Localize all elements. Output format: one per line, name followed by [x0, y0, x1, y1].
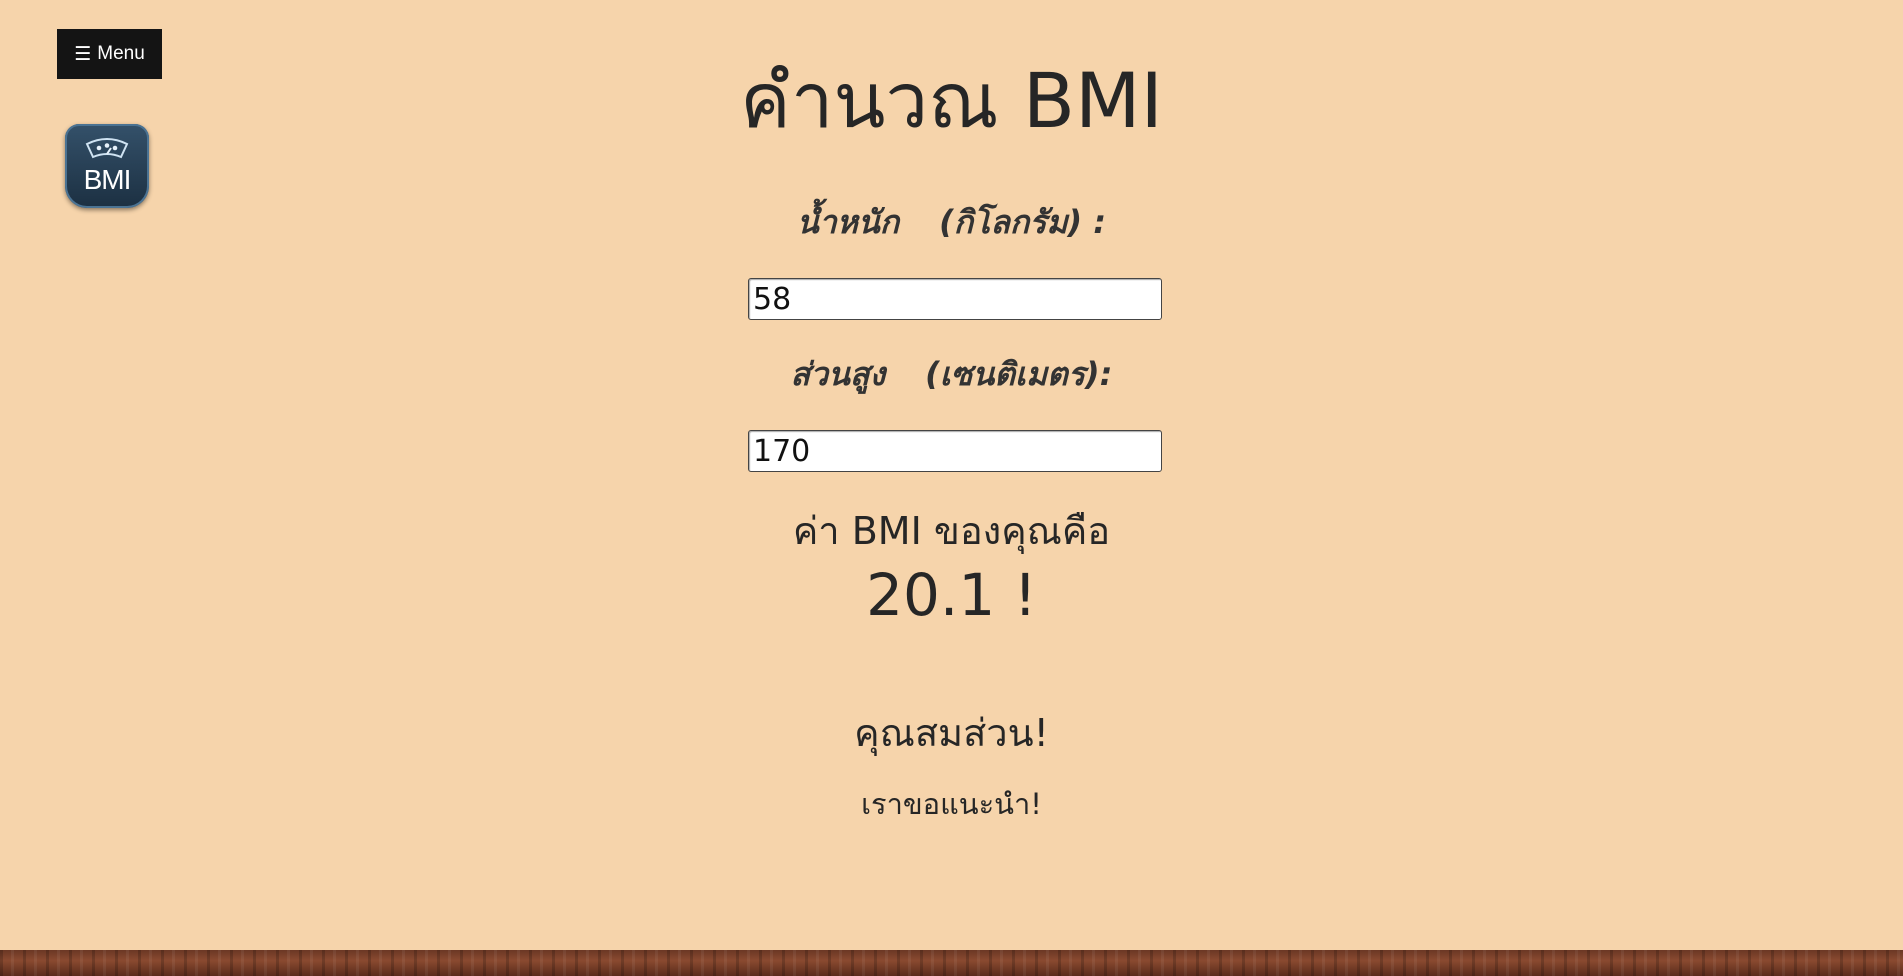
bmi-advice: เราขอแนะนำ! — [861, 787, 1042, 821]
weight-input[interactable] — [748, 278, 1162, 320]
height-label: ส่วนสูง (เซนติเมตร): — [0, 354, 1903, 394]
bmi-result-value: 20.1 ! — [866, 561, 1037, 629]
height-input[interactable] — [748, 430, 1162, 472]
bmi-status: คุณสมส่วน! — [854, 711, 1049, 755]
weight-label-text: น้ำหนัก — [796, 203, 900, 241]
logo-text: BMI — [83, 164, 132, 195]
bmi-result-label: ค่า BMI ของคุณคือ — [792, 509, 1111, 553]
height-unit: (เซนติเมตร): — [925, 355, 1113, 393]
weight-label: น้ำหนัก (กิโลกรัม) : — [0, 202, 1903, 242]
footer-wood-bar — [0, 950, 1903, 976]
weight-unit: (กิโลกรัม) : — [939, 203, 1107, 241]
height-label-text: ส่วนสูง — [790, 355, 886, 393]
page-title: คำนวณ BMI — [740, 56, 1163, 145]
